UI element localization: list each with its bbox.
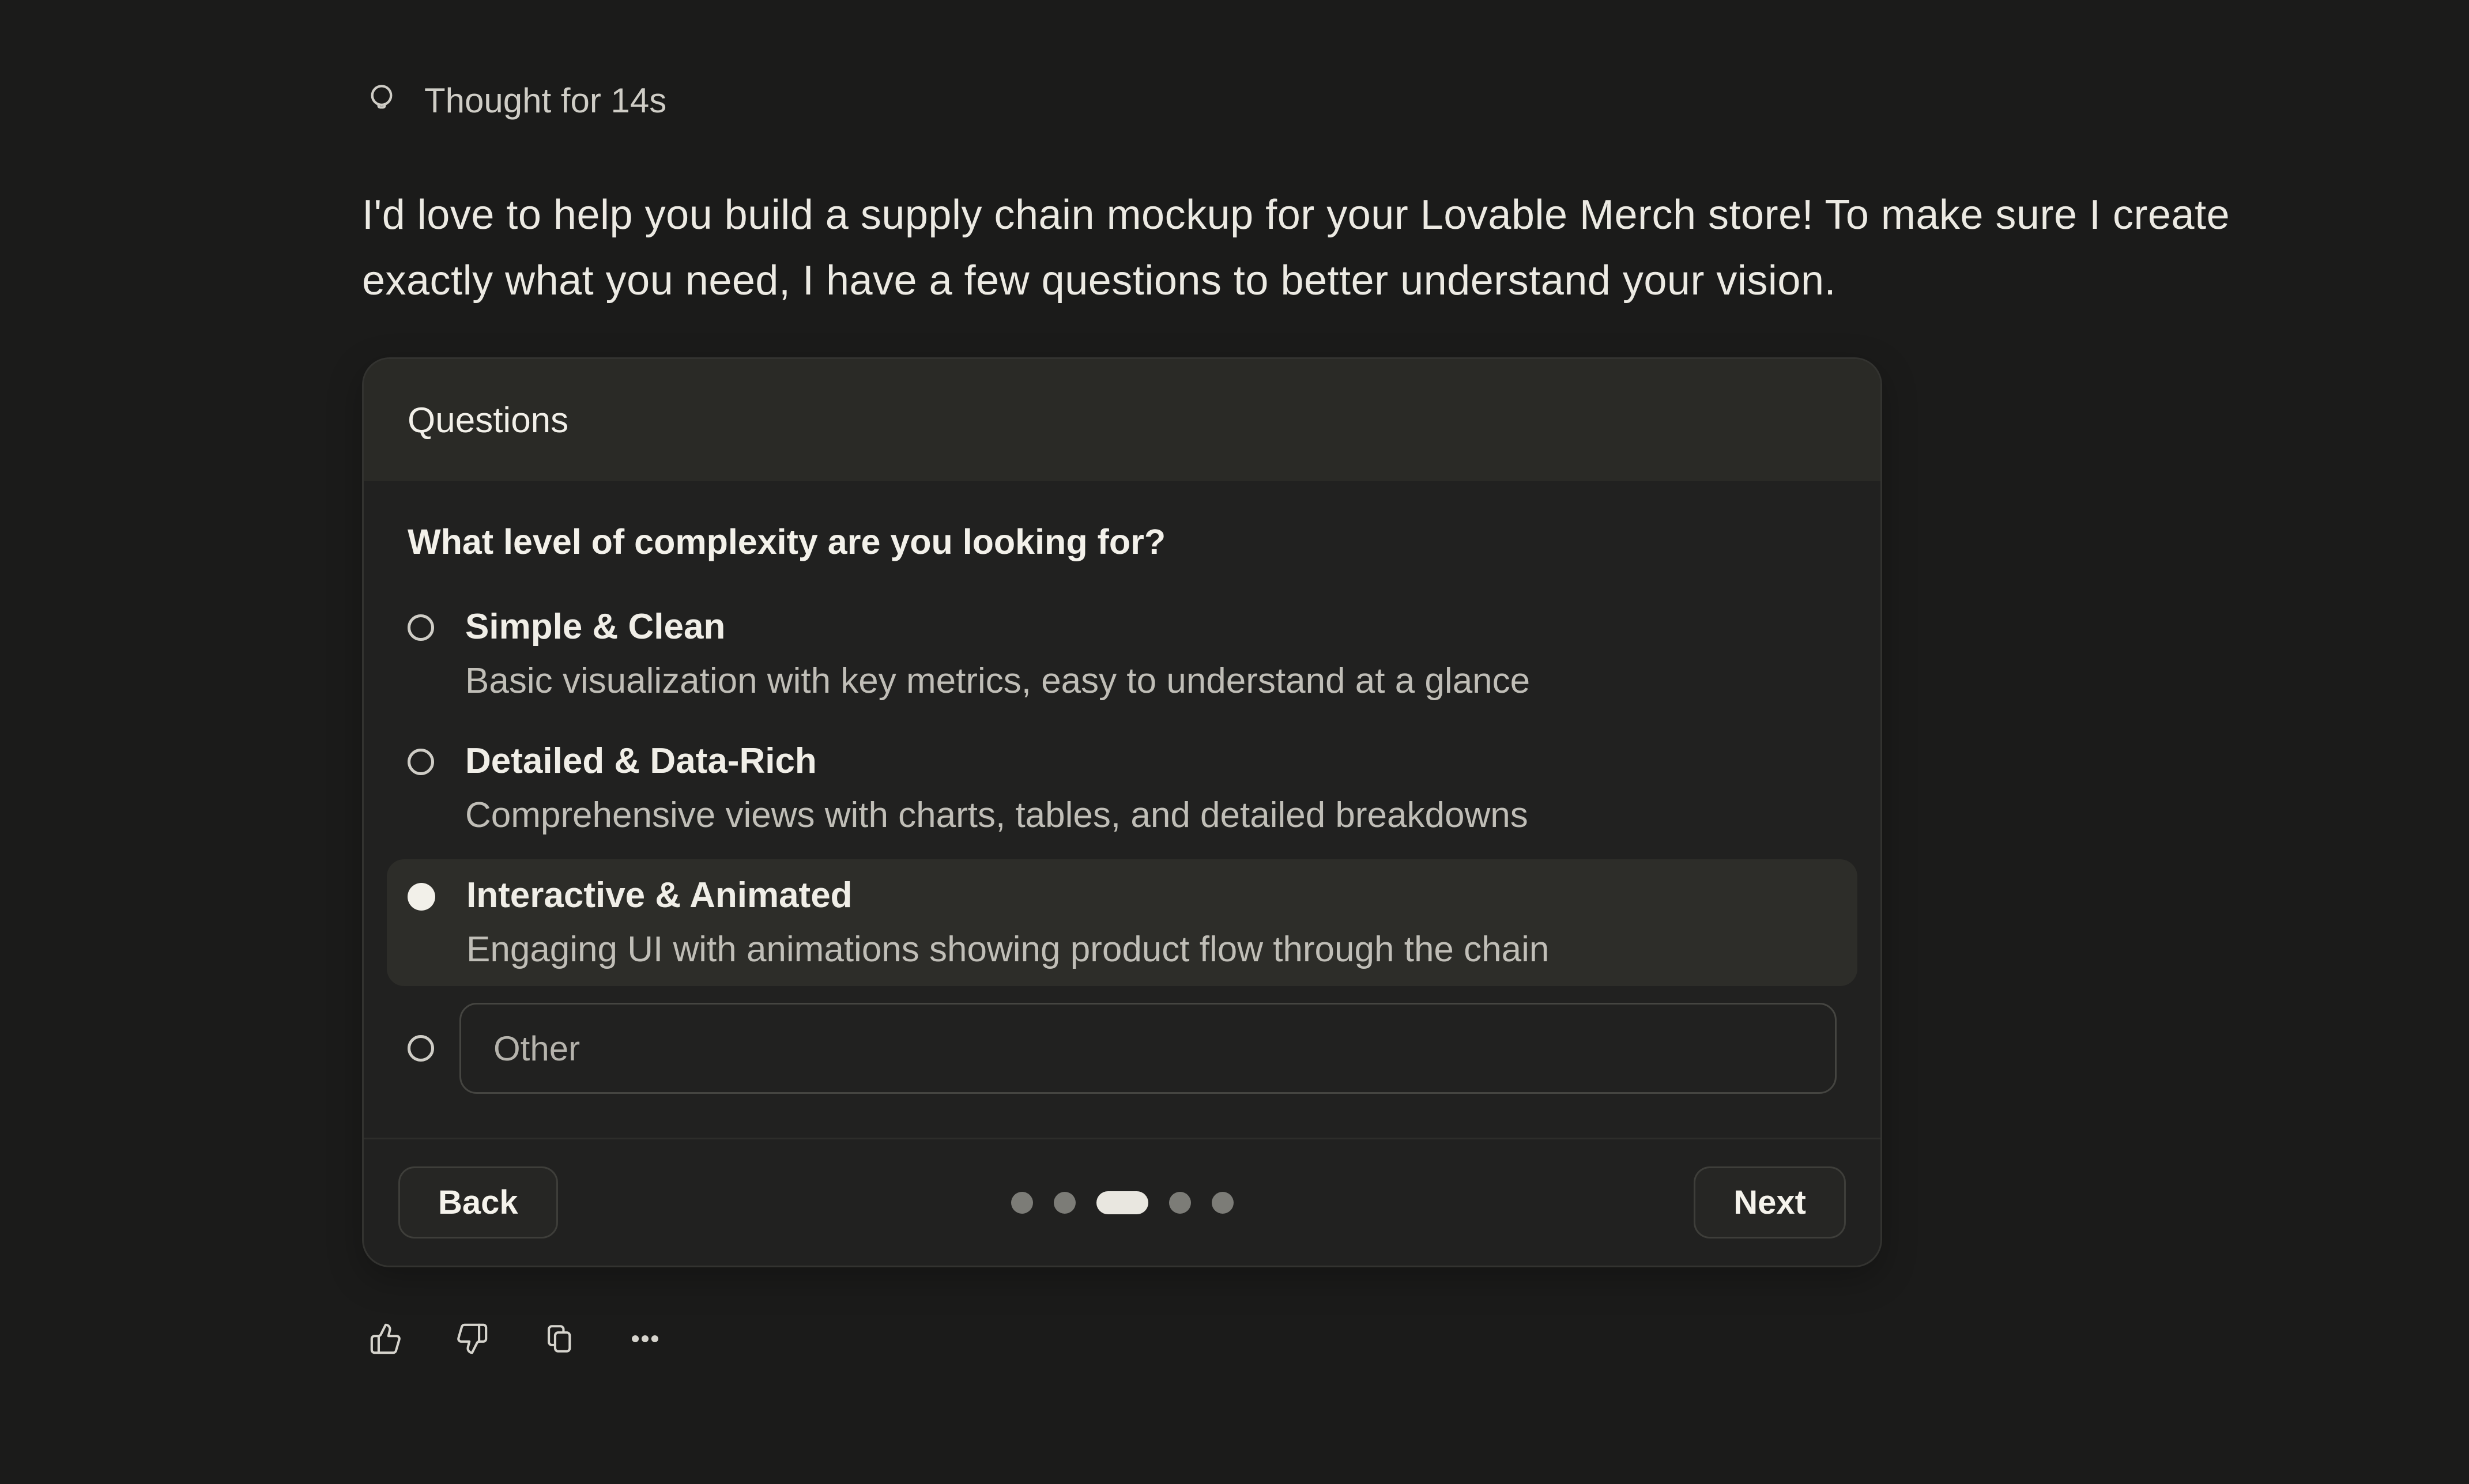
page-dot bbox=[1054, 1192, 1076, 1214]
page-dot-active bbox=[1096, 1191, 1148, 1214]
other-option-input[interactable] bbox=[459, 1003, 1837, 1094]
back-button[interactable]: Back bbox=[398, 1166, 558, 1238]
assistant-message: I'd love to help you build a supply chai… bbox=[362, 182, 2334, 314]
radio-unselected-icon[interactable] bbox=[408, 614, 434, 641]
page-dot bbox=[1212, 1192, 1234, 1214]
option-other[interactable] bbox=[387, 994, 1857, 1103]
copy-icon[interactable] bbox=[542, 1322, 575, 1355]
option-description: Engaging UI with animations showing prod… bbox=[466, 928, 1549, 972]
thought-label: Thought for 14s bbox=[424, 81, 666, 120]
question-text: What level of complexity are you looking… bbox=[408, 522, 1837, 562]
radio-selected-icon[interactable] bbox=[408, 883, 435, 911]
questions-card-header: Questions bbox=[364, 359, 1880, 481]
option-description: Basic visualization with key metrics, ea… bbox=[465, 659, 1530, 703]
option-detailed-data-rich[interactable]: Detailed & Data-Rich Comprehensive views… bbox=[387, 725, 1857, 852]
questions-card: Questions What level of complexity are y… bbox=[362, 357, 1882, 1267]
questions-card-body: What level of complexity are you looking… bbox=[364, 481, 1880, 1138]
option-label: Simple & Clean bbox=[465, 605, 1530, 649]
card-title: Questions bbox=[408, 400, 568, 441]
option-simple-clean[interactable]: Simple & Clean Basic visualization with … bbox=[387, 591, 1857, 718]
thought-toggle[interactable]: Thought for 14s bbox=[363, 81, 666, 120]
page-dot bbox=[1011, 1192, 1033, 1214]
page-dot bbox=[1169, 1192, 1191, 1214]
more-options-icon[interactable] bbox=[628, 1322, 662, 1355]
thumbs-down-icon[interactable] bbox=[455, 1322, 489, 1355]
lightbulb-icon bbox=[363, 81, 400, 120]
message-actions bbox=[369, 1322, 662, 1355]
thumbs-up-icon[interactable] bbox=[369, 1322, 402, 1355]
radio-unselected-icon[interactable] bbox=[408, 1035, 434, 1062]
pagination-dots bbox=[1011, 1191, 1234, 1214]
options-list: Simple & Clean Basic visualization with … bbox=[387, 591, 1857, 1103]
questions-card-footer: Back Next bbox=[364, 1138, 1880, 1266]
option-description: Comprehensive views with charts, tables,… bbox=[465, 794, 1528, 837]
option-label: Detailed & Data-Rich bbox=[465, 739, 1528, 783]
option-label: Interactive & Animated bbox=[466, 874, 1549, 917]
next-button[interactable]: Next bbox=[1694, 1166, 1846, 1238]
option-interactive-animated[interactable]: Interactive & Animated Engaging UI with … bbox=[387, 859, 1857, 986]
radio-unselected-icon[interactable] bbox=[408, 749, 434, 775]
